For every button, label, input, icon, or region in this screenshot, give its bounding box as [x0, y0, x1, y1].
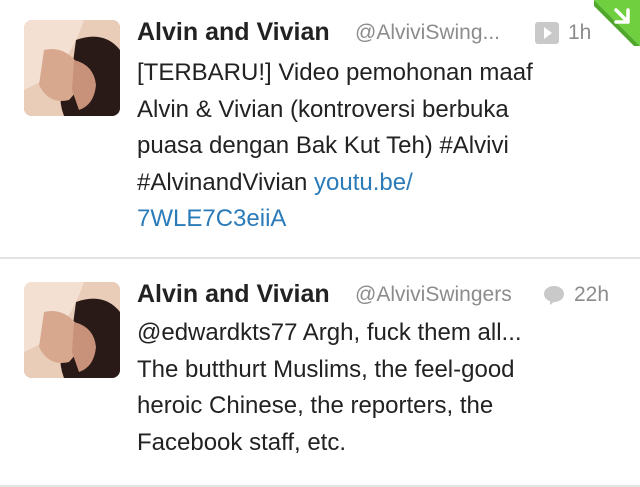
tweet-link[interactable]: youtu.be/	[314, 169, 413, 196]
author-handle[interactable]: @AlviviSwingers	[355, 283, 512, 307]
avatar-image	[24, 282, 120, 378]
author-name[interactable]: Alvin and Vivian	[137, 280, 330, 309]
tweet-text-line: @edwardkts77 Argh, fuck them all...	[137, 319, 522, 346]
tweet-text-line: Alvin & Vivian (kontroversi berbuka	[137, 95, 509, 123]
tweet-text: [TERBARU!] Video pemohonan maaf Alvin & …	[137, 55, 607, 238]
reply-bubble-icon	[542, 284, 566, 306]
hashtag-text[interactable]: #AlvinandVivian	[137, 169, 314, 196]
author-handle[interactable]: @AlviviSwing...	[355, 21, 500, 45]
tweet-text-line: puasa dengan Bak Kut Teh) #Alvivi	[137, 132, 509, 159]
play-icon	[535, 22, 559, 44]
tweet-timestamp: 1h	[568, 21, 592, 44]
avatar[interactable]	[24, 20, 120, 116]
author-name[interactable]: Alvin and Vivian	[137, 18, 330, 47]
avatar-image	[24, 20, 120, 116]
tweet-text-line: The butthurt Muslims, the feel-good	[137, 355, 515, 383]
tweet-text-line: [TERBARU!] Video pemohonan maaf	[137, 59, 533, 86]
tweet-link-continued[interactable]: 7WLE7C3eiiA	[137, 201, 607, 238]
tweet[interactable]: Alvin and Vivian @AlviviSwing... 1h [TER…	[0, 0, 640, 257]
green-corner-arrow-icon[interactable]	[594, 0, 640, 46]
tweet-timeline: Alvin and Vivian @AlviviSwing... 1h [TER…	[0, 0, 640, 487]
tweet-timestamp: 22h	[574, 283, 610, 306]
avatar[interactable]	[24, 282, 120, 378]
tweet-text: @edwardkts77 Argh, fuck them all... The …	[137, 315, 607, 461]
tweet-text-line: #AlvinandVivian youtu.be/	[137, 165, 607, 202]
tweet-text-line: Facebook staff, etc.	[137, 428, 347, 456]
tweet-text-line: heroic Chinese, the reporters, the	[137, 392, 494, 419]
tweet[interactable]: Alvin and Vivian @AlviviSwingers 22h @ed…	[0, 258, 640, 486]
